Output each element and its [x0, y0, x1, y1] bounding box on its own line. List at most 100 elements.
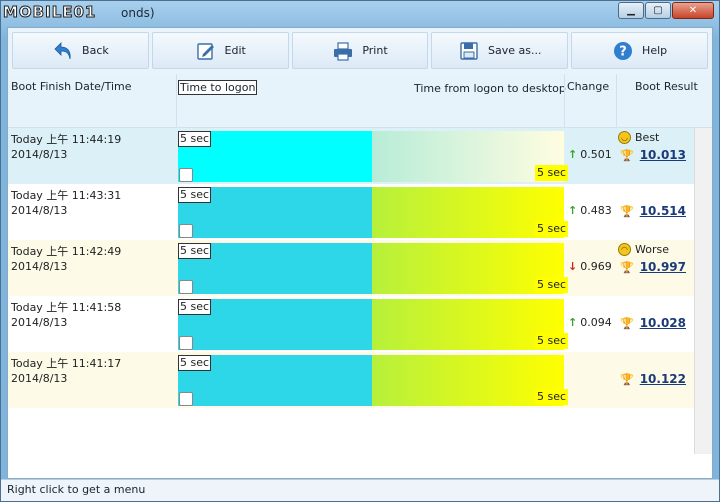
close-button[interactable]: ✕ — [672, 2, 714, 19]
desktop-time-label: 5 sec — [535, 165, 569, 181]
change-cell: ↑ 0.501 — [568, 148, 612, 161]
trophy-icon: 🏆 — [620, 316, 634, 330]
result-number[interactable]: 10.514 — [640, 204, 686, 218]
row-edit-icon[interactable] — [179, 168, 193, 182]
row-time: Today 上午 11:43:31 — [11, 189, 122, 202]
header-boot-finish[interactable]: Boot Finish Date/Time — [11, 80, 132, 93]
row-edit-icon[interactable] — [179, 336, 193, 350]
back-arrow-icon — [54, 41, 71, 59]
change-cell: ↓ 0.969 — [568, 260, 612, 273]
result-value[interactable]: 🏆 10.514 — [620, 204, 686, 218]
table-row[interactable]: Today 上午 11:43:31 2014/8/13 5 sec 5 sec … — [8, 184, 694, 240]
result-note-label: Worse — [635, 243, 669, 256]
status-bar: Right click to get a menu — [1, 479, 719, 501]
row-time: Today 上午 11:44:19 — [11, 133, 122, 146]
toolbar: Back Edit Print Save as... ? Help — [8, 28, 712, 74]
result-note-label: Best — [635, 131, 660, 144]
window-controls: ▁ ▢ ✕ — [617, 2, 714, 19]
client-area: Back Edit Print Save as... ? Help Boot F… — [7, 27, 713, 479]
change-value: 0.483 — [580, 204, 612, 217]
row-date: 2014/8/13 — [11, 260, 68, 273]
header-time-to-desktop[interactable]: Time from logon to desktop — [414, 82, 566, 95]
table-row[interactable]: Today 上午 11:41:58 2014/8/13 5 sec 5 sec … — [8, 296, 694, 352]
result-note: ◡ Best — [618, 131, 659, 144]
row-date: 2014/8/13 — [11, 372, 68, 385]
smiley-happy-icon: ◡ — [618, 131, 631, 144]
edit-label: Edit — [224, 44, 246, 57]
vertical-scrollbar[interactable] — [694, 128, 712, 454]
back-label: Back — [82, 44, 109, 57]
header-boot-result[interactable]: Boot Result — [635, 80, 698, 93]
status-text: Right click to get a menu — [7, 483, 146, 496]
change-cell: ↑ 0.094 — [568, 316, 612, 329]
logon-time-label: 5 sec — [178, 243, 212, 259]
arrow-up-icon: ↑ — [568, 316, 578, 329]
row-date: 2014/8/13 — [11, 204, 68, 217]
result-value[interactable]: 🏆 10.013 — [620, 148, 686, 162]
change-value: 0.969 — [580, 260, 612, 273]
result-number[interactable]: 10.122 — [640, 372, 686, 386]
row-edit-icon[interactable] — [179, 224, 193, 238]
floppy-disk-icon — [460, 41, 478, 60]
app-window: MOBILE01 onds) ▁ ▢ ✕ Back Edit Print Sav… — [0, 0, 720, 502]
change-cell: ↑ 0.483 — [568, 204, 612, 217]
trophy-icon: 🏆 — [620, 372, 634, 386]
desktop-time-label: 5 sec — [535, 389, 569, 405]
change-value: 0.501 — [580, 148, 612, 161]
desktop-time-label: 5 sec — [535, 333, 569, 349]
save-as-label: Save as... — [488, 44, 542, 57]
header-divider — [564, 74, 565, 128]
table-row[interactable]: Today 上午 11:44:19 2014/8/13 5 sec 5 sec … — [8, 128, 694, 184]
result-number[interactable]: 10.013 — [640, 148, 686, 162]
header-change[interactable]: Change — [567, 80, 609, 93]
trophy-icon: 🏆 — [620, 260, 634, 274]
row-edit-icon[interactable] — [179, 392, 193, 406]
edit-icon — [196, 42, 214, 60]
change-value: 0.094 — [580, 316, 612, 329]
row-edit-icon[interactable] — [179, 280, 193, 294]
desktop-time-label: 5 sec — [535, 277, 569, 293]
table-header: Boot Finish Date/Time Time to logon Time… — [8, 74, 712, 128]
print-label: Print — [362, 44, 388, 57]
help-icon: ? — [614, 41, 633, 60]
result-value[interactable]: 🏆 10.028 — [620, 316, 686, 330]
header-divider — [176, 74, 177, 128]
edit-button[interactable]: Edit — [151, 32, 289, 69]
row-date: 2014/8/13 — [11, 316, 68, 329]
svg-text:?: ? — [619, 44, 627, 59]
save-as-button[interactable]: Save as... — [431, 32, 569, 69]
desktop-time-label: 5 sec — [535, 221, 569, 237]
result-note: ◠ Worse — [618, 243, 669, 256]
arrow-up-icon: ↑ — [568, 204, 578, 217]
table-row[interactable]: Today 上午 11:42:49 2014/8/13 5 sec 5 sec … — [8, 240, 694, 296]
logon-time-label: 5 sec — [178, 131, 212, 147]
print-button[interactable]: Print — [291, 32, 429, 69]
minimize-button[interactable]: ▁ — [618, 2, 644, 19]
row-time: Today 上午 11:42:49 — [11, 245, 122, 258]
smiley-sad-icon: ◠ — [618, 243, 631, 256]
row-time: Today 上午 11:41:17 — [11, 357, 122, 370]
header-time-to-logon[interactable]: Time to logon — [178, 80, 258, 95]
result-number[interactable]: 10.997 — [640, 260, 686, 274]
row-date: 2014/8/13 — [11, 148, 68, 161]
help-button[interactable]: ? Help — [571, 32, 708, 69]
result-number[interactable]: 10.028 — [640, 316, 686, 330]
maximize-button[interactable]: ▢ — [645, 2, 671, 19]
trophy-icon: 🏆 — [620, 148, 634, 162]
result-value[interactable]: 🏆 10.997 — [620, 260, 686, 274]
header-divider — [616, 74, 617, 128]
arrow-down-icon: ↓ — [568, 260, 578, 273]
table-row[interactable]: Today 上午 11:41:17 2014/8/13 5 sec 5 sec … — [8, 352, 694, 408]
title-bar[interactable]: MOBILE01 onds) ▁ ▢ ✕ — [1, 1, 719, 27]
back-button[interactable]: Back — [12, 32, 149, 69]
logon-time-label: 5 sec — [178, 355, 212, 371]
printer-icon — [334, 41, 353, 61]
arrow-up-icon: ↑ — [568, 148, 578, 161]
title-logo: MOBILE01 — [3, 3, 97, 22]
help-label: Help — [642, 44, 668, 57]
result-value[interactable]: 🏆 10.122 — [620, 372, 686, 386]
window-title: onds) — [121, 6, 155, 20]
logon-time-label: 5 sec — [178, 299, 212, 315]
logon-time-label: 5 sec — [178, 187, 212, 203]
trophy-icon: 🏆 — [620, 204, 634, 218]
